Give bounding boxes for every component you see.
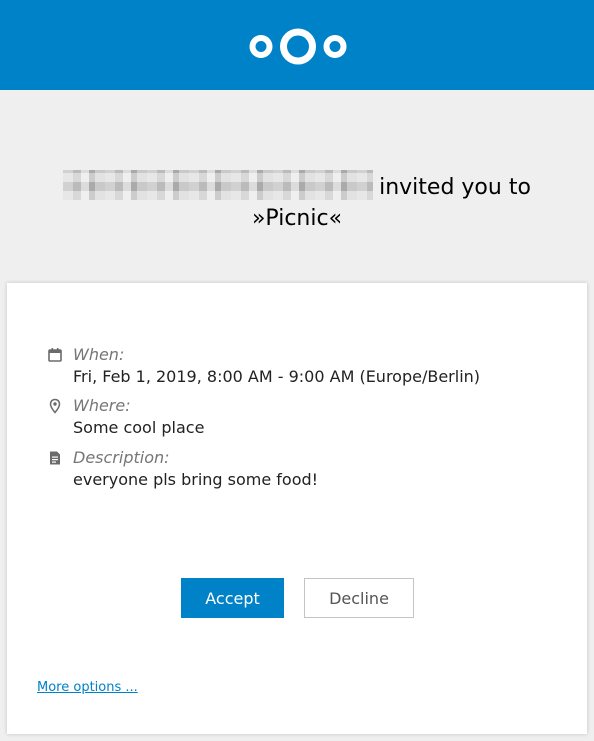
event-title: »Picnic« [251, 206, 343, 231]
nextcloud-logo-icon [249, 28, 347, 65]
more-options-link[interactable]: More options ... [37, 680, 138, 695]
when-value: Fri, Feb 1, 2019, 8:00 AM - 9:00 AM (Eur… [73, 367, 481, 386]
invited-text: invited you to [379, 175, 531, 200]
where-value: Some cool place [73, 418, 205, 437]
invitation-heading: invited you to »Picnic« [0, 170, 594, 234]
accept-button[interactable]: Accept [181, 578, 284, 618]
text-document-icon [50, 451, 60, 465]
invitation-card: When: Fri, Feb 1, 2019, 8:00 AM - 9:00 A… [7, 283, 587, 734]
when-label: When: [73, 345, 125, 364]
calendar-icon [48, 348, 62, 362]
description-label: Description: [73, 448, 170, 467]
redacted-inviter-name [63, 170, 374, 200]
header-bar [0, 0, 594, 90]
location-pin-icon [49, 398, 61, 414]
decline-button[interactable]: Decline [304, 578, 414, 618]
where-label: Where: [73, 396, 131, 415]
description-value: everyone pls bring some food! [73, 470, 319, 489]
